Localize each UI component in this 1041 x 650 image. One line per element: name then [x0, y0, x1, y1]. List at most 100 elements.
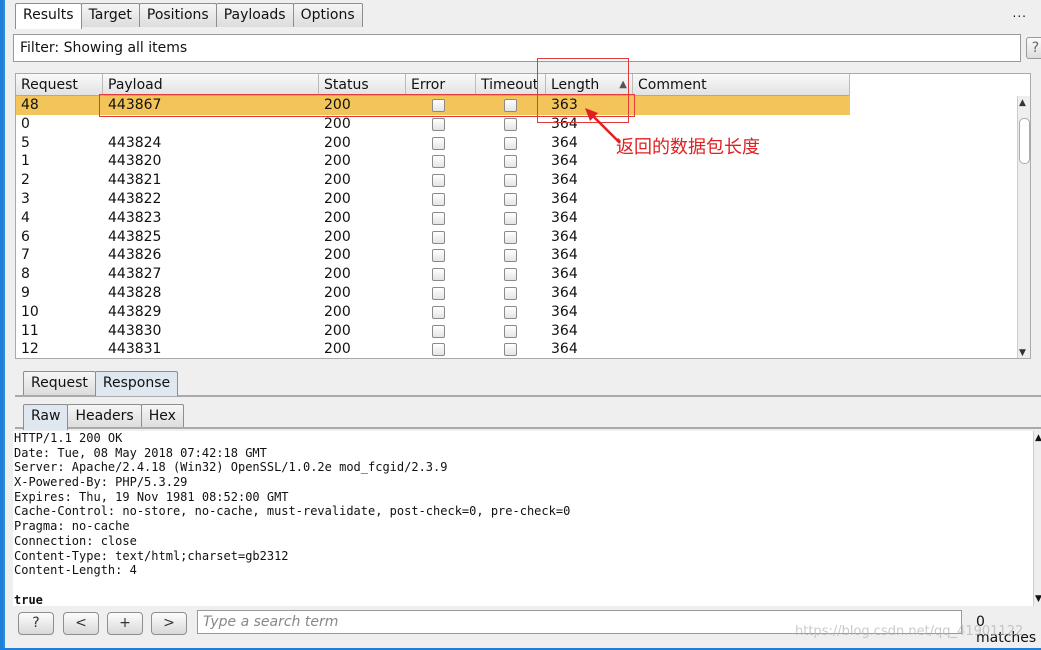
previous-button[interactable]: < — [63, 612, 99, 635]
checkbox[interactable] — [432, 305, 445, 319]
checkbox[interactable] — [432, 174, 445, 188]
table-row[interactable]: 4 443823 200 364 — [16, 209, 850, 228]
response-line: Expires: Thu, 19 Nov 1981 08:52:00 GMT — [14, 489, 289, 504]
cell-error — [406, 246, 476, 265]
checkbox[interactable] — [504, 343, 517, 357]
cell-payload: 443830 — [108, 322, 162, 339]
checkbox[interactable] — [504, 155, 517, 169]
checkbox[interactable] — [432, 324, 445, 338]
cell-status: 200 — [324, 247, 351, 264]
table-row[interactable]: 12 443831 200 364 — [16, 340, 850, 358]
response-scrollbar[interactable]: ▲ ▼ — [1033, 431, 1041, 606]
checkbox[interactable] — [432, 287, 445, 300]
tab-hex[interactable]: Hex — [140, 404, 184, 428]
checkbox[interactable] — [504, 174, 517, 188]
cell-status: 200 — [324, 322, 351, 339]
cell-payload: 443820 — [108, 153, 162, 170]
checkbox[interactable] — [432, 343, 445, 357]
checkbox[interactable] — [504, 268, 517, 282]
tab-raw[interactable]: Raw — [23, 404, 69, 430]
tab-target[interactable]: Target — [80, 3, 140, 27]
tab-headers[interactable]: Headers — [67, 404, 142, 428]
help-button[interactable]: ? — [18, 612, 54, 635]
scroll-down-icon[interactable]: ▼ — [1035, 594, 1041, 604]
cell-payload: 443825 — [108, 228, 162, 245]
checkbox[interactable] — [432, 117, 445, 131]
tab-results[interactable]: Results — [15, 3, 82, 29]
cell-error — [406, 265, 476, 284]
cell-request: 6 — [21, 228, 30, 245]
tab-request[interactable]: Request — [23, 371, 96, 395]
checkbox[interactable] — [504, 117, 517, 131]
checkbox[interactable] — [504, 305, 517, 319]
filter-bar[interactable]: Filter: Showing all items — [13, 34, 1021, 62]
table-row[interactable]: 0 200 364 — [16, 115, 850, 134]
column-header-request[interactable]: Request — [16, 74, 103, 96]
scroll-down-icon[interactable]: ▼ — [1019, 348, 1026, 358]
pane-splitter[interactable] — [15, 361, 1041, 365]
checkbox[interactable] — [504, 211, 517, 225]
scrollbar-thumb[interactable] — [1019, 118, 1030, 164]
table-row[interactable]: 8 443827 200 364 — [16, 265, 850, 284]
response-line: HTTP/1.1 200 OK — [14, 431, 123, 445]
intruder-window: Results Target Positions Payloads Option… — [3, 0, 1041, 648]
cell-timeout — [476, 134, 546, 153]
table-row[interactable]: 9 443828 200 364 — [16, 284, 850, 303]
add-button[interactable]: + — [107, 612, 143, 635]
tab-positions[interactable]: Positions — [138, 3, 217, 27]
column-header-payload[interactable]: Payload — [103, 74, 319, 96]
raw-response-view[interactable]: HTTP/1.1 200 OK Date: Tue, 08 May 2018 07… — [13, 431, 1033, 606]
table-row[interactable]: 10 443829 200 364 — [16, 303, 850, 322]
cell-request: 9 — [21, 285, 30, 301]
next-button[interactable]: > — [151, 612, 187, 635]
tab-payloads[interactable]: Payloads — [215, 3, 294, 27]
table-row[interactable]: 3 443822 200 364 — [16, 190, 850, 209]
checkbox[interactable] — [432, 230, 445, 244]
column-header-status[interactable]: Status — [319, 74, 406, 96]
checkbox[interactable] — [432, 211, 445, 225]
more-menu-icon[interactable]: ... — [1013, 6, 1027, 20]
response-headers: HTTP/1.1 200 OK Date: Tue, 08 May 2018 07… — [14, 431, 1033, 593]
cell-payload: 443824 — [108, 134, 162, 151]
checkbox[interactable] — [504, 230, 517, 244]
cell-payload: 443831 — [108, 341, 162, 358]
checkbox[interactable] — [504, 324, 517, 338]
checkbox[interactable] — [432, 136, 445, 150]
cell-payload: 443827 — [108, 266, 162, 283]
checkbox[interactable] — [432, 193, 445, 206]
help-button[interactable]: ? — [1026, 37, 1041, 59]
response-line: Connection: close — [14, 533, 137, 548]
cell-status: 200 — [324, 341, 351, 358]
cell-timeout — [476, 190, 546, 209]
checkbox[interactable] — [432, 249, 445, 263]
column-header-comment[interactable]: Comment — [633, 74, 850, 96]
tab-response[interactable]: Response — [94, 371, 179, 396]
table-row[interactable]: 2 443821 200 364 — [16, 171, 850, 190]
cell-timeout — [476, 209, 546, 228]
table-row[interactable]: 11 443830 200 364 — [16, 322, 850, 341]
column-header-error[interactable]: Error — [406, 74, 476, 96]
checkbox[interactable] — [432, 268, 445, 282]
cell-length: 364 — [551, 209, 578, 226]
column-header-timeout[interactable]: Timeout — [476, 74, 546, 96]
cell-request: 4 — [21, 209, 30, 226]
cell-status: 200 — [324, 153, 351, 170]
table-row[interactable]: 7 443826 200 364 — [16, 246, 850, 265]
checkbox[interactable] — [504, 136, 517, 150]
table-scrollbar[interactable]: ▲ ▼ — [1017, 96, 1030, 358]
checkbox[interactable] — [432, 155, 445, 169]
tab-options[interactable]: Options — [292, 3, 363, 27]
checkbox[interactable] — [504, 287, 517, 300]
checkbox[interactable] — [504, 193, 517, 206]
cell-payload — [103, 115, 319, 134]
table-row[interactable]: 6 443825 200 364 — [16, 228, 850, 247]
scroll-up-icon[interactable]: ▲ — [1035, 433, 1041, 443]
cell-length: 364 — [551, 303, 578, 320]
cell-payload: 443823 — [108, 209, 162, 226]
response-line: Content-Length: 4 — [14, 563, 137, 578]
cell-status: 200 — [324, 266, 351, 283]
cell-request: 8 — [21, 266, 30, 283]
cell-status: 200 — [324, 191, 351, 207]
scroll-up-icon[interactable]: ▲ — [1019, 98, 1026, 108]
checkbox[interactable] — [504, 249, 517, 263]
